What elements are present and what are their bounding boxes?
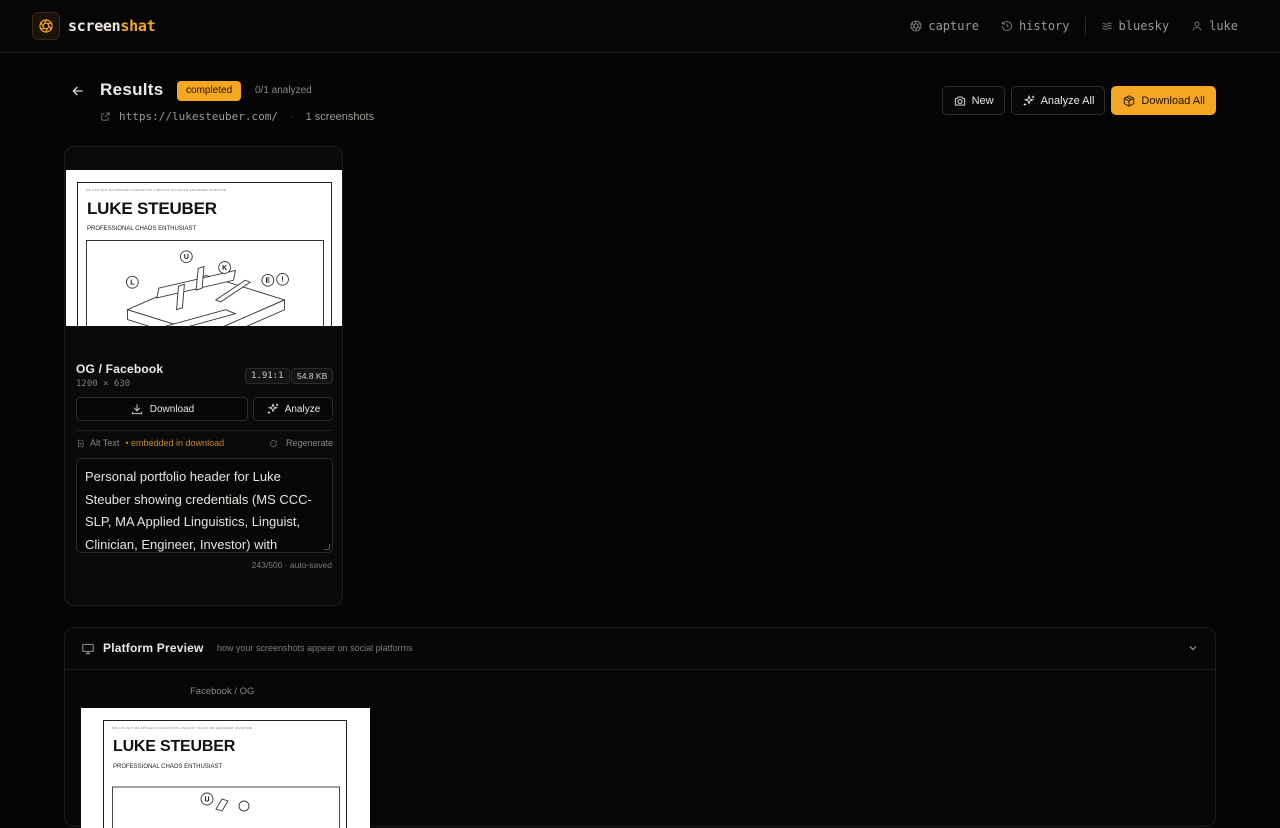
analyze-label: Analyze (284, 403, 321, 415)
card-title: OG / Facebook (76, 362, 164, 376)
external-link-icon[interactable] (100, 111, 111, 122)
camera-icon (954, 95, 965, 106)
screenshot-count: 1 screenshots (305, 110, 375, 123)
illo-label-exclaim: ! (281, 277, 283, 284)
nav-user-label: luke (1209, 19, 1238, 33)
platform-preview-panel: Platform Preview how your screenshots ap… (64, 627, 1216, 828)
bluesky-icon (1101, 22, 1112, 30)
nav-divider (1084, 17, 1086, 35)
platform-preview-subtitle: how your screenshots appear on social pl… (217, 643, 413, 653)
analyze-all-button[interactable]: Analyze All (1010, 86, 1106, 115)
screenshot-thumbnail[interactable]: MS CCC-SLP MA APPLIED LINGUISTICS LINGUI… (66, 170, 342, 326)
nav-history-label: history (1018, 19, 1070, 33)
char-count: 243/500 · auto-saved (251, 560, 332, 570)
user-icon (1192, 21, 1202, 31)
illo-label-e: E (266, 278, 271, 285)
brand-name-part2: shat (120, 17, 156, 35)
alt-text-label: Alt Text (90, 438, 120, 448)
refresh-icon (270, 439, 277, 447)
file-size-badge: 54.8 KB (291, 368, 334, 384)
regenerate-button[interactable]: Regenerate (269, 438, 333, 448)
thumb-heading: LUKE STEUBER (87, 199, 217, 218)
analyze-button[interactable]: Analyze (253, 397, 333, 421)
nav-history[interactable]: history (1001, 19, 1070, 33)
sparkles-icon (1023, 94, 1034, 106)
download-all-label: Download All (1141, 94, 1205, 107)
fb-page-frame: MS CCC-SLP MA APPLIED LINGUISTICS LINGUI… (103, 720, 347, 828)
top-nav-bar: screenshat capture history bluesky luke (0, 0, 1280, 53)
thumb-credentials: MS CCC-SLP MA APPLIED LINGUISTICS LINGUI… (86, 188, 227, 192)
url-row: https://lukesteuber.com/ · 1 screenshots (100, 110, 374, 123)
aperture-icon (910, 20, 922, 32)
alt-text-value: Personal portfolio header for Luke Steub… (85, 469, 312, 552)
page-title: Results (100, 80, 164, 99)
new-button-label: New (971, 94, 994, 107)
analyze-all-label: Analyze All (1040, 94, 1095, 107)
illo-label-u: U (184, 254, 189, 261)
nav-user[interactable]: luke (1191, 19, 1238, 33)
history-icon (1002, 21, 1012, 31)
nav-bluesky-label: bluesky (1118, 19, 1170, 33)
regenerate-label: Regenerate (285, 438, 333, 448)
sparkles-icon (267, 403, 278, 414)
main-nav: capture history bluesky luke (888, 17, 1238, 35)
facebook-preview-image[interactable]: MS CCC-SLP MA APPLIED LINGUISTICS LINGUI… (81, 708, 370, 828)
download-button[interactable]: Download (76, 397, 248, 421)
aspect-ratio-badge: 1.91:1 (245, 368, 290, 384)
aperture-logo-icon (32, 12, 60, 40)
fb-furniture-illustration: U (112, 786, 340, 828)
facebook-og-label: Facebook / OG (190, 686, 255, 697)
brand[interactable]: screenshat (32, 12, 156, 40)
monitor-icon (82, 643, 94, 655)
header-actions: New Analyze All Download All (941, 86, 1216, 115)
fb-thumb-tagline: PROFESSIONAL CHAOS ENTHUSIAST (113, 764, 223, 770)
analyzed-count: 0/1 analyzed (255, 85, 312, 96)
download-all-button[interactable]: Download All (1111, 86, 1216, 115)
card-divider (76, 430, 333, 431)
embedded-note: • embedded in download (125, 438, 225, 448)
alt-text-textarea[interactable]: Personal portfolio header for Luke Steub… (76, 458, 333, 553)
new-button[interactable]: New (941, 86, 1005, 115)
fb-thumb-credentials: MS CCC-SLP MA APPLIED LINGUISTICS LINGUI… (112, 726, 253, 730)
source-url-link[interactable]: https://lukesteuber.com/ (119, 110, 278, 123)
back-arrow-icon[interactable] (70, 83, 86, 99)
nav-bluesky[interactable]: bluesky (1101, 19, 1170, 33)
separator-dot: · (289, 110, 294, 123)
download-icon (131, 404, 142, 415)
illo-label-l: L (130, 280, 134, 287)
download-label: Download (149, 403, 195, 415)
document-icon (77, 439, 84, 447)
chevron-down-icon[interactable] (1187, 642, 1199, 654)
image-dimensions: 1200 × 630 (76, 379, 131, 389)
platform-preview-title: Platform Preview (103, 641, 204, 655)
fb-thumb-heading: LUKE STEUBER (113, 738, 236, 755)
nav-capture-label: capture (928, 19, 979, 33)
brand-name: screenshat (68, 17, 156, 35)
thumb-page-frame: MS CCC-SLP MA APPLIED LINGUISTICS LINGUI… (77, 182, 332, 326)
status-badge: completed (177, 81, 242, 101)
illo-label-k: K (222, 265, 227, 272)
platform-preview-header[interactable]: Platform Preview how your screenshots ap… (65, 628, 1215, 670)
furniture-assembly-illustration: U K L E ! (86, 240, 324, 326)
resize-handle[interactable] (324, 544, 330, 550)
screenshot-card: MS CCC-SLP MA APPLIED LINGUISTICS LINGUI… (64, 146, 343, 606)
fb-illo-label-u: U (204, 797, 209, 804)
thumb-tagline: PROFESSIONAL CHAOS ENTHUSIAST (87, 226, 197, 232)
brand-name-part1: screen (68, 17, 121, 35)
alt-text-header: Alt Text • embedded in download Regenera… (76, 438, 333, 448)
nav-capture[interactable]: capture (910, 19, 979, 33)
package-icon (1124, 94, 1135, 107)
